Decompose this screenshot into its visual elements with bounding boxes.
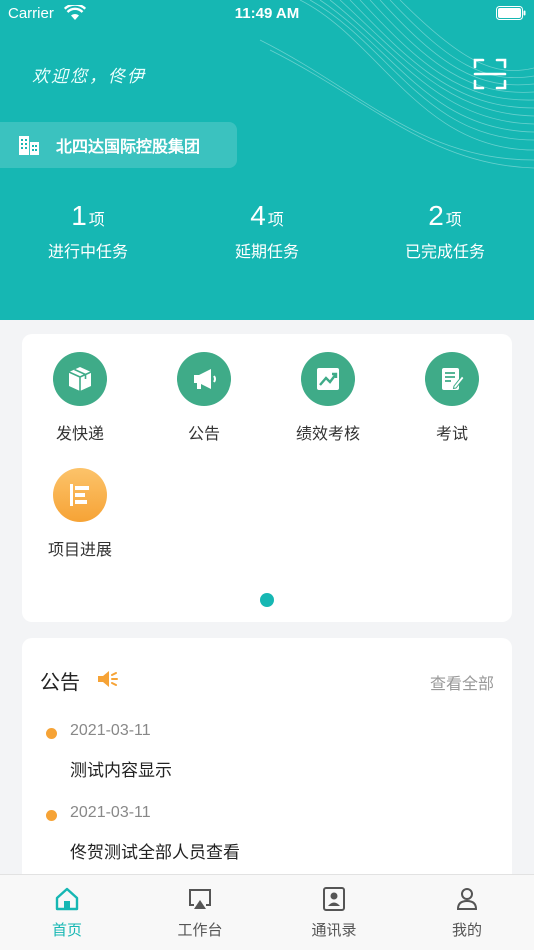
stat-completed[interactable]: 2项 已完成任务 (360, 200, 530, 262)
stat-number: 1 (71, 200, 87, 231)
grid-item-label: 绩效考核 (295, 424, 360, 443)
package-icon (53, 352, 107, 406)
grid-item-label: 公告 (187, 424, 220, 443)
speaker-icon (98, 671, 118, 687)
tab-home[interactable]: 首页 (17, 885, 117, 940)
stat-unit: 项 (445, 210, 462, 229)
chart-trend-icon (301, 352, 355, 406)
person-icon (456, 888, 478, 910)
tab-profile[interactable]: 我的 (417, 885, 517, 940)
building-icon (19, 136, 39, 155)
tab-label: 通讯录 (311, 921, 357, 939)
header-banner: Carrier 11:49 AM 欢迎您，佟伊 北四达国际控股集团 1 项 进行… (0, 0, 534, 320)
tab-label: 我的 (451, 921, 482, 939)
battery-icon (496, 6, 526, 20)
stat-unit: 项 (88, 210, 105, 229)
airplay-icon (189, 889, 211, 909)
view-all-link[interactable]: 查看全部 (430, 670, 494, 694)
tab-contacts[interactable]: 通讯录 (284, 885, 384, 940)
megaphone-icon (177, 352, 231, 406)
notice-text: 佟贺测试全部人员查看 (70, 843, 240, 863)
company-name: 北四达国际控股集团 (56, 137, 201, 156)
stat-in-progress[interactable]: 1项 进行中任务 (3, 200, 173, 262)
notice-text: 测试内容显示 (70, 761, 172, 781)
grid-item-performance[interactable]: 绩效考核 (268, 352, 388, 444)
progress-bars-icon (53, 468, 107, 522)
contacts-icon (323, 887, 345, 911)
page-indicator-dot[interactable] (260, 593, 274, 607)
tab-label: 首页 (51, 921, 82, 939)
grid-item-announcement[interactable]: 公告 (144, 352, 264, 444)
task-stats: 1项 进行中任务 4项 延期任务 2项 已完成任务 (0, 200, 534, 270)
bullet-dot (46, 728, 57, 739)
scan-icon[interactable] (472, 56, 508, 92)
status-bar: Carrier 11:49 AM (0, 0, 534, 28)
stat-unit: 项 (267, 210, 284, 229)
status-time: 11:49 AM (234, 5, 300, 22)
stat-number: 2 (428, 200, 444, 231)
notice-date: 2021-03-11 (70, 804, 151, 821)
grid-item-label: 项目进展 (47, 540, 112, 559)
welcome-text: 欢迎您，佟伊 (32, 67, 146, 87)
notice-title: 公告 (40, 670, 80, 694)
tab-bar: 首页 工作台 通讯录 我的 (0, 874, 534, 950)
tab-workbench[interactable]: 工作台 (150, 885, 250, 940)
grid-item-project-progress[interactable]: 项目进展 (20, 468, 140, 560)
stat-label: 进行中任务 (47, 242, 128, 261)
feature-grid: 发快递 公告 绩效考核 考试 项目进展 (22, 334, 512, 622)
notice-card: 公告 查看全部 2021-03-11 测试内容显示 2021-03-11 佟贺测… (22, 638, 512, 888)
stat-delayed[interactable]: 4项 延期任务 (182, 200, 352, 262)
grid-item-label: 发快递 (55, 424, 104, 443)
grid-item-label: 考试 (435, 424, 468, 443)
company-selector[interactable]: 北四达国际控股集团 (0, 122, 237, 168)
stat-number: 4 (250, 200, 266, 231)
tab-label: 工作台 (177, 921, 223, 939)
exam-icon (425, 352, 479, 406)
grid-item-express[interactable]: 发快递 (20, 352, 140, 444)
stat-label: 已完成任务 (404, 242, 485, 261)
home-icon (55, 887, 79, 911)
grid-item-exam[interactable]: 考试 (392, 352, 512, 444)
bullet-dot (46, 810, 57, 821)
stat-label: 延期任务 (234, 242, 299, 261)
notice-date: 2021-03-11 (70, 722, 151, 739)
